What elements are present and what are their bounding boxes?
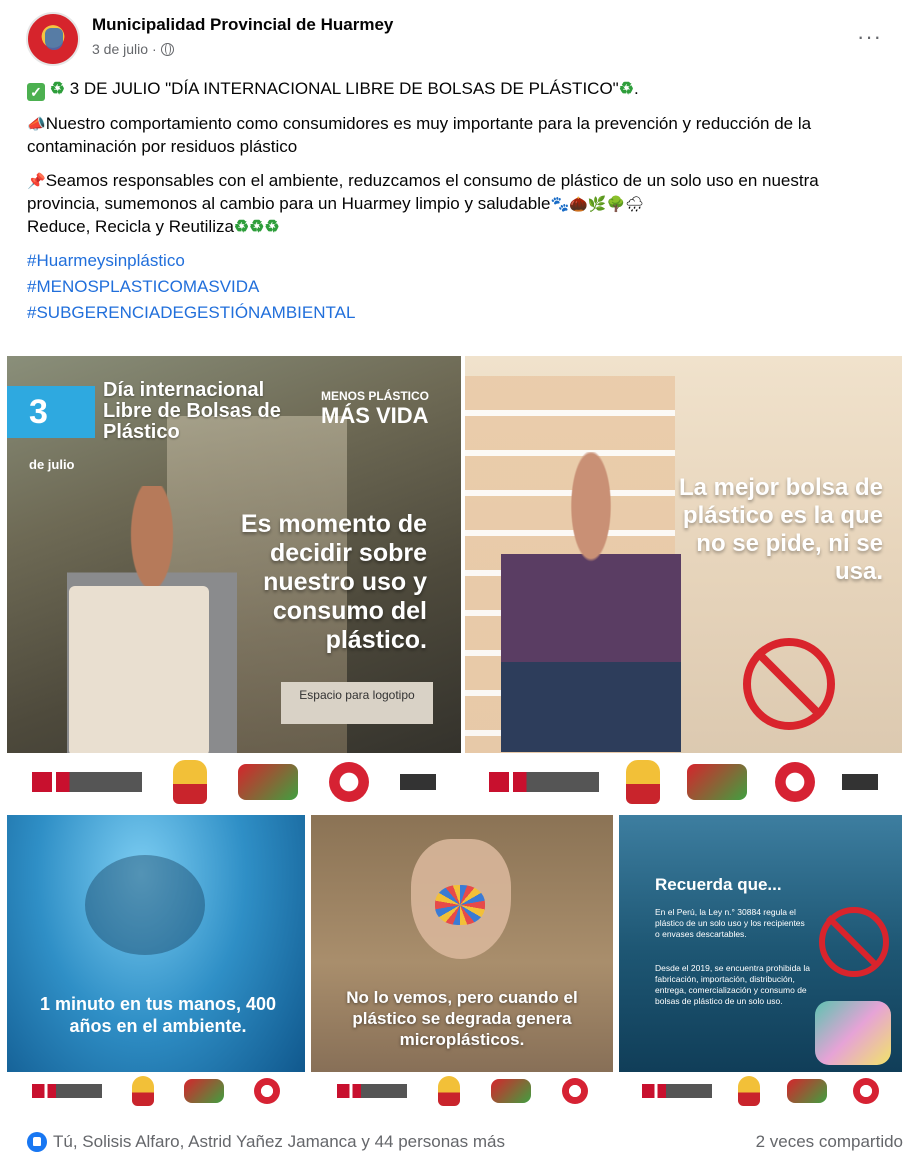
photo-tile-1[interactable]: 3 de julio Día internacional Libre de Bo… xyxy=(7,356,461,811)
date-number: 3 xyxy=(29,393,48,431)
date-badge: 3 de julio xyxy=(7,386,95,472)
post-paragraph-4: Reduce, Recicla y Reutiliza xyxy=(27,217,234,236)
photo-grid-top: 3 de julio Día internacional Libre de Bo… xyxy=(7,356,902,811)
post-line-1: ✓ ♻ 3 DE JULIO "DÍA INTERNACIONAL LIBRE … xyxy=(27,78,887,101)
ministry-logo xyxy=(32,772,143,792)
no-plastic-bag-icon xyxy=(819,907,889,977)
recycle-emojis-icon: ♻♻♻ xyxy=(233,217,280,236)
pushpin-emoji-icon: 📌 xyxy=(27,173,46,190)
photo-tile-5[interactable]: Recuerda que... En el Perú, la Ley n.° 3… xyxy=(619,815,902,1110)
post-line-2: 📣Nuestro comportamiento como consumidore… xyxy=(27,113,887,158)
bicentenario-logo xyxy=(254,1078,280,1104)
hashtag-link[interactable]: #Huarmeysinplástico xyxy=(27,248,887,274)
post-line-3: 📌Seamos responsables con el ambiente, re… xyxy=(27,170,887,238)
logo-placeholder: Espacio para logotipo xyxy=(281,682,433,724)
tile-5-heading: Recuerda que... xyxy=(655,875,782,894)
ministry-logo xyxy=(488,772,599,792)
like-icon xyxy=(27,1132,47,1152)
logos-footer xyxy=(7,753,461,811)
peru-campaign-logo xyxy=(687,764,748,800)
peru-campaign-logo xyxy=(786,1079,827,1103)
logos-footer xyxy=(311,1072,613,1110)
tile-2-message: La mejor bolsa de plástico es la que no … xyxy=(678,474,883,585)
woman-stop-gesture-image xyxy=(501,452,681,752)
microplastics-image xyxy=(435,885,485,925)
ministry-logo xyxy=(642,1084,713,1098)
tile-3-message: 1 minuto en tus manos, 400 años en el am… xyxy=(39,994,277,1036)
photo-tile-2[interactable]: La mejor bolsa de plástico es la que no … xyxy=(465,356,902,811)
date-suffix: de julio xyxy=(29,457,75,472)
recycle-emoji-icon: ♻ xyxy=(618,79,634,98)
bicentenario-logo xyxy=(328,762,369,802)
post-paragraph-3: Seamos responsables con el ambiente, red… xyxy=(27,171,819,213)
post-paragraph-2: Nuestro comportamiento como consumidores… xyxy=(27,114,812,156)
reactions-summary[interactable]: Tú, Solisis Alfaro, Astrid Yañez Jamanca… xyxy=(27,1132,505,1152)
page-avatar[interactable] xyxy=(26,12,80,66)
post-heading-text: 3 DE JULIO "DÍA INTERNACIONAL LIBRE DE B… xyxy=(69,79,619,98)
tile-1-message: Es momento de decidir sobre nuestro uso … xyxy=(240,510,427,654)
ministry-logo xyxy=(336,1084,407,1098)
photo-tile-4[interactable]: No lo vemos, pero cuando el plástico se … xyxy=(311,815,613,1110)
peru-campaign-logo xyxy=(490,1079,531,1103)
tile-1-title: Día internacional Libre de Bolsas de Plá… xyxy=(103,379,281,443)
photo-grid-bottom: 1 minuto en tus manos, 400 años en el am… xyxy=(7,815,902,1110)
logos-footer xyxy=(7,1072,305,1110)
bicentenario-logo xyxy=(774,762,815,802)
post-meta: 3 de julio · xyxy=(92,41,174,57)
nature-emojis-icon: 🐾🌰🌿🌳🌧 xyxy=(550,196,645,213)
page-name-link[interactable]: Municipalidad Provincial de Huarmey xyxy=(92,15,393,35)
check-emoji-icon: ✓ xyxy=(27,83,45,101)
megaphone-emoji-icon: 📣 xyxy=(27,116,46,133)
ministry-logo xyxy=(32,1084,102,1098)
hashtags: #Huarmeysinplástico #MENOSPLASTICOMASVID… xyxy=(27,248,887,326)
tile-4-message: No lo vemos, pero cuando el plástico se … xyxy=(346,988,578,1049)
post-footer: Tú, Solisis Alfaro, Astrid Yañez Jamanca… xyxy=(27,1128,903,1156)
reactions-text[interactable]: Tú, Solisis Alfaro, Astrid Yañez Jamanca… xyxy=(53,1132,505,1152)
tile-5-paragraph-1: En el Perú, la Ley n.° 30884 regula el p… xyxy=(655,907,805,939)
post-date-link[interactable]: 3 de julio xyxy=(92,41,148,57)
huarmey-mascot-logo xyxy=(738,1076,761,1106)
huarmey-mascot-logo xyxy=(626,760,661,804)
huarmey-mascot-logo xyxy=(437,1076,460,1106)
huarmey-mascot-logo xyxy=(132,1076,154,1106)
bicentenario-text-logo xyxy=(842,774,879,790)
hashtag-link[interactable]: #MENOSPLASTICOMASVIDA xyxy=(27,274,887,300)
post-text: ✓ ♻ 3 DE JULIO "DÍA INTERNACIONAL LIBRE … xyxy=(27,78,887,326)
shares-count[interactable]: 2 veces compartido xyxy=(756,1132,903,1152)
peru-campaign-logo xyxy=(184,1079,224,1103)
recycle-emoji-icon: ♻ xyxy=(49,79,65,98)
slogan-bottom: MÁS VIDA xyxy=(321,403,429,428)
more-options-button[interactable]: ··· xyxy=(857,24,882,50)
logos-footer xyxy=(465,753,902,811)
logos-footer xyxy=(619,1072,902,1110)
bicentenario-logo xyxy=(852,1078,879,1104)
bicentenario-logo xyxy=(561,1078,588,1104)
post-header: Municipalidad Provincial de Huarmey 3 de… xyxy=(26,10,886,66)
hashtag-link[interactable]: #SUBGERENCIADEGESTIÓNAMBIENTAL xyxy=(27,300,887,326)
meta-separator: · xyxy=(152,41,157,57)
plastic-waste-image xyxy=(815,1001,891,1065)
slogan: MENOS PLÁSTICO MÁS VIDA xyxy=(321,386,441,428)
huarmey-mascot-logo xyxy=(173,760,208,804)
photo-tile-3[interactable]: 1 minuto en tus manos, 400 años en el am… xyxy=(7,815,305,1110)
peru-campaign-logo xyxy=(237,764,298,800)
globe-icon[interactable] xyxy=(160,42,174,56)
tile-5-paragraph-2: Desde el 2019, se encuentra prohibida la… xyxy=(655,963,810,1006)
no-plastic-bag-icon xyxy=(743,638,835,730)
floating-plastic-bag-image xyxy=(85,855,205,955)
bicentenario-text-logo xyxy=(399,774,436,790)
